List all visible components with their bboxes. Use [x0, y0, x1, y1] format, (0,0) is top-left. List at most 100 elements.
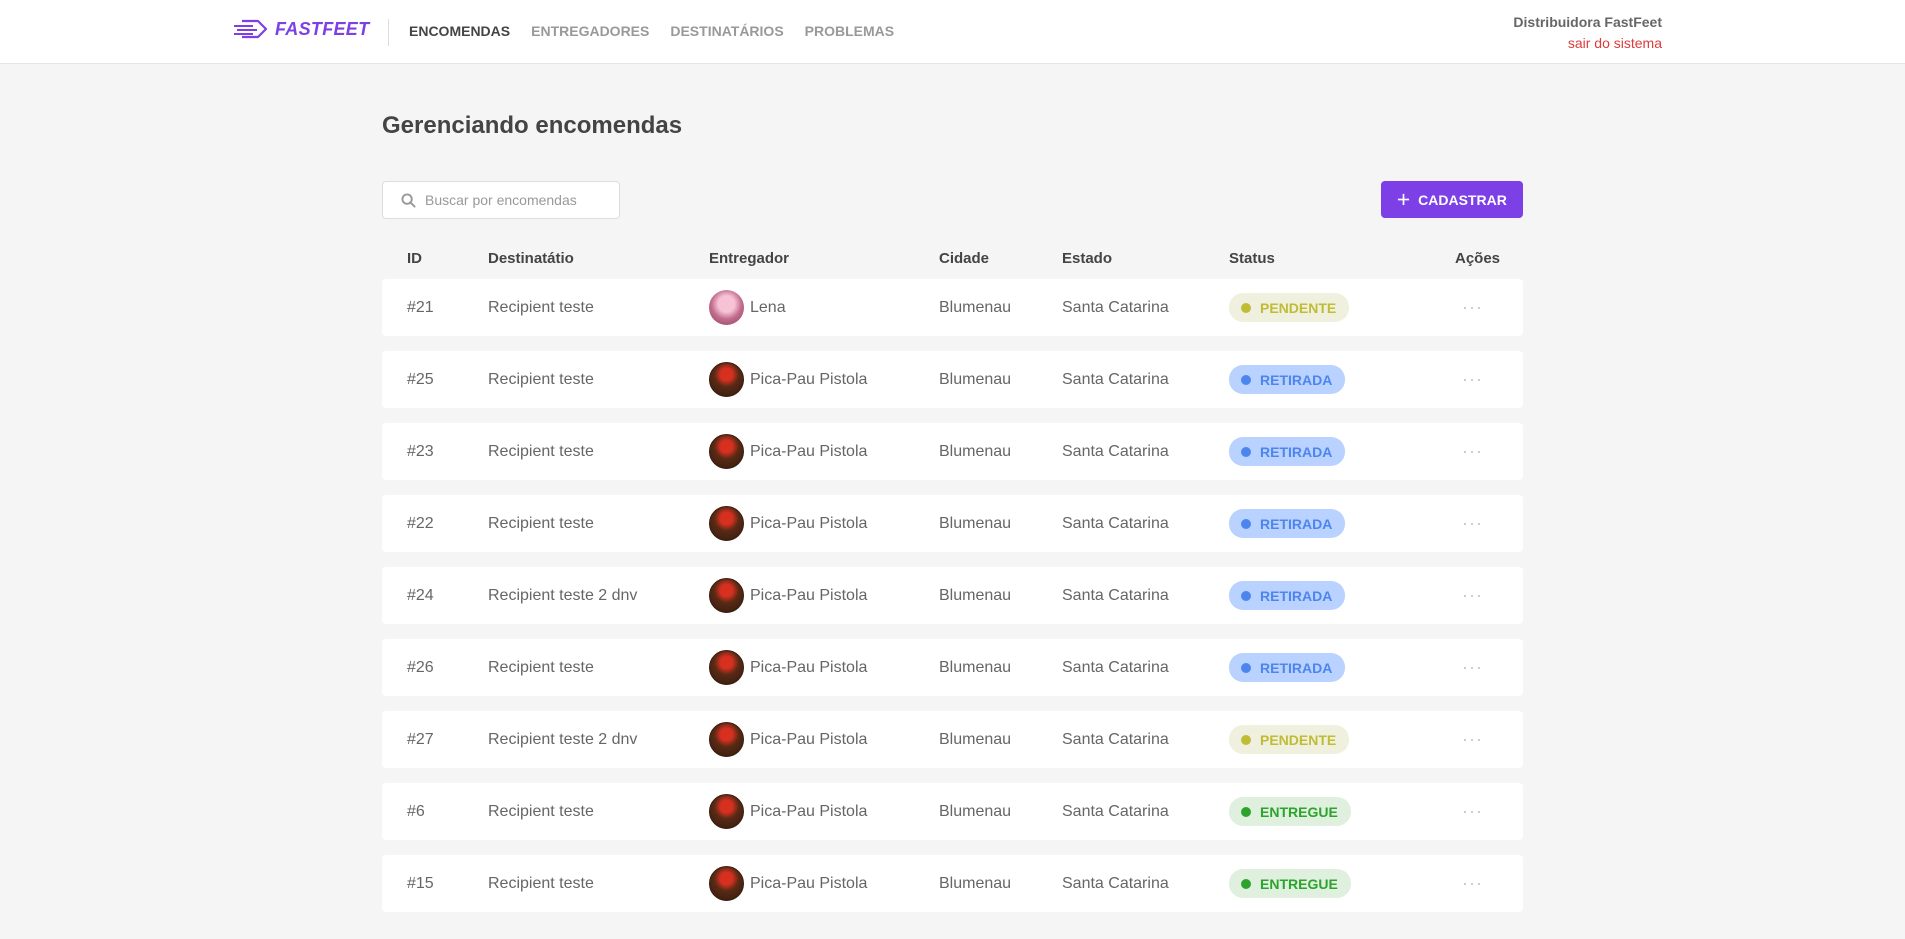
status-badge: ENTREGUE	[1229, 797, 1351, 826]
more-actions-icon[interactable]: ···	[1462, 567, 1483, 624]
status-cell: RETIRADA	[1229, 567, 1346, 624]
deliveryman: Pica-Pau Pistola	[709, 855, 867, 912]
status-dot-icon	[1241, 878, 1251, 889]
status-dot-icon	[1241, 446, 1251, 457]
more-actions-icon[interactable]: ···	[1462, 495, 1483, 552]
header-divider	[388, 19, 389, 46]
avatar	[709, 434, 744, 469]
status-cell: PENDENTE	[1229, 279, 1350, 336]
header-status: Status	[1229, 250, 1275, 267]
nav-problemas[interactable]: PROBLEMAS	[805, 23, 894, 39]
deliveryman-name: Pica-Pau Pistola	[750, 658, 868, 676]
state: Santa Catarina	[1062, 442, 1169, 460]
table-row: #22 Recipient teste Pica-Pau Pistola Blumen…	[382, 495, 1523, 552]
header-actions: Ações	[1455, 250, 1501, 267]
deliveryman: Pica-Pau Pistola	[709, 351, 867, 408]
table-row: #6 Recipient teste Pica-Pau Pistola Blumena…	[382, 783, 1523, 840]
city: Blumenau	[939, 874, 1012, 892]
more-actions-icon[interactable]: ···	[1462, 783, 1483, 840]
add-order-button[interactable]: CADASTRAR	[1381, 181, 1523, 218]
city: Blumenau	[939, 802, 1012, 820]
state: Santa Catarina	[1062, 586, 1169, 604]
deliveryman: Pica-Pau Pistola	[709, 711, 867, 768]
header-city: Cidade	[939, 250, 990, 267]
state: Santa Catarina	[1062, 370, 1169, 388]
more-actions-icon[interactable]: ···	[1462, 351, 1483, 408]
order-id: #6	[407, 802, 425, 820]
avatar	[709, 290, 744, 325]
status-badge: RETIRADA	[1229, 581, 1346, 610]
nav-entregadores[interactable]: ENTREGADORES	[531, 23, 649, 39]
search-box[interactable]	[382, 181, 620, 219]
status-label: PENDENTE	[1260, 731, 1337, 748]
avatar	[709, 506, 744, 541]
status-label: RETIRADA	[1260, 515, 1333, 532]
avatar	[709, 866, 744, 901]
more-actions-icon[interactable]: ···	[1462, 711, 1483, 768]
table-header: ID Destinatátio Entregador Cidade Estado…	[382, 250, 1523, 270]
recipient-name: Recipient teste	[488, 442, 594, 460]
status-cell: RETIRADA	[1229, 351, 1346, 408]
main-nav: ENCOMENDAS ENTREGADORES DESTINATÁRIOS PR…	[409, 23, 894, 39]
deliveryman-name: Pica-Pau Pistola	[750, 802, 868, 820]
order-id: #27	[407, 730, 434, 748]
city: Blumenau	[939, 730, 1012, 748]
avatar	[709, 794, 744, 829]
recipient-name: Recipient teste	[488, 658, 594, 676]
more-actions-icon[interactable]: ···	[1462, 639, 1483, 696]
state: Santa Catarina	[1062, 802, 1169, 820]
logo[interactable]: FASTFEET	[233, 17, 369, 41]
status-badge: RETIRADA	[1229, 509, 1346, 538]
status-dot-icon	[1241, 590, 1251, 601]
recipient-name: Recipient teste 2 dnv	[488, 730, 638, 748]
table-row: #26 Recipient teste Pica-Pau Pistola Blumen…	[382, 639, 1523, 696]
nav-destinatarios[interactable]: DESTINATÁRIOS	[670, 23, 783, 39]
deliveryman-name: Pica-Pau Pistola	[750, 586, 868, 604]
status-label: RETIRADA	[1260, 659, 1333, 676]
order-id: #24	[407, 586, 434, 604]
status-cell: ENTREGUE	[1229, 855, 1351, 912]
deliveryman: Pica-Pau Pistola	[709, 495, 867, 552]
orders-table: #21 Recipient teste Lena Blumenau Santa Cata…	[382, 279, 1523, 927]
more-actions-icon[interactable]: ···	[1462, 423, 1483, 480]
order-id: #26	[407, 658, 434, 676]
state: Santa Catarina	[1062, 874, 1169, 892]
recipient-name: Recipient teste 2 dnv	[488, 586, 638, 604]
status-label: RETIRADA	[1260, 587, 1333, 604]
nav-encomendas[interactable]: ENCOMENDAS	[409, 23, 510, 39]
page-title: Gerenciando encomendas	[382, 112, 683, 139]
status-badge: PENDENTE	[1229, 293, 1350, 322]
profile: Distribuidora FastFeet sair do sistema	[1513, 14, 1662, 51]
city: Blumenau	[939, 370, 1012, 388]
order-id: #22	[407, 514, 434, 532]
deliveryman: Pica-Pau Pistola	[709, 567, 867, 624]
status-dot-icon	[1241, 806, 1251, 817]
plus-icon	[1398, 193, 1410, 206]
status-label: ENTREGUE	[1260, 875, 1338, 892]
deliveryman-name: Pica-Pau Pistola	[750, 514, 868, 532]
status-cell: RETIRADA	[1229, 639, 1346, 696]
order-id: #25	[407, 370, 434, 388]
status-dot-icon	[1241, 734, 1251, 745]
city: Blumenau	[939, 586, 1012, 604]
search-input[interactable]	[425, 192, 605, 208]
more-actions-icon[interactable]: ···	[1462, 279, 1483, 336]
recipient-name: Recipient teste	[488, 802, 594, 820]
logout-link[interactable]: sair do sistema	[1513, 35, 1662, 51]
avatar	[709, 722, 744, 757]
more-actions-icon[interactable]: ···	[1462, 855, 1483, 912]
deliveryman-name: Pica-Pau Pistola	[750, 874, 868, 892]
status-label: PENDENTE	[1260, 299, 1337, 316]
avatar	[709, 362, 744, 397]
header-deliveryman: Entregador	[709, 250, 790, 267]
search-icon	[401, 192, 416, 208]
status-badge: RETIRADA	[1229, 437, 1346, 466]
table-row: #25 Recipient teste Pica-Pau Pistola Blumen…	[382, 351, 1523, 408]
recipient-name: Recipient teste	[488, 874, 594, 892]
deliveryman: Pica-Pau Pistola	[709, 423, 867, 480]
table-row: #15 Recipient teste Pica-Pau Pistola Blumen…	[382, 855, 1523, 912]
state: Santa Catarina	[1062, 658, 1169, 676]
header-id: ID	[407, 250, 422, 267]
table-row: #21 Recipient teste Lena Blumenau Santa Cata…	[382, 279, 1523, 336]
recipient-name: Recipient teste	[488, 514, 594, 532]
